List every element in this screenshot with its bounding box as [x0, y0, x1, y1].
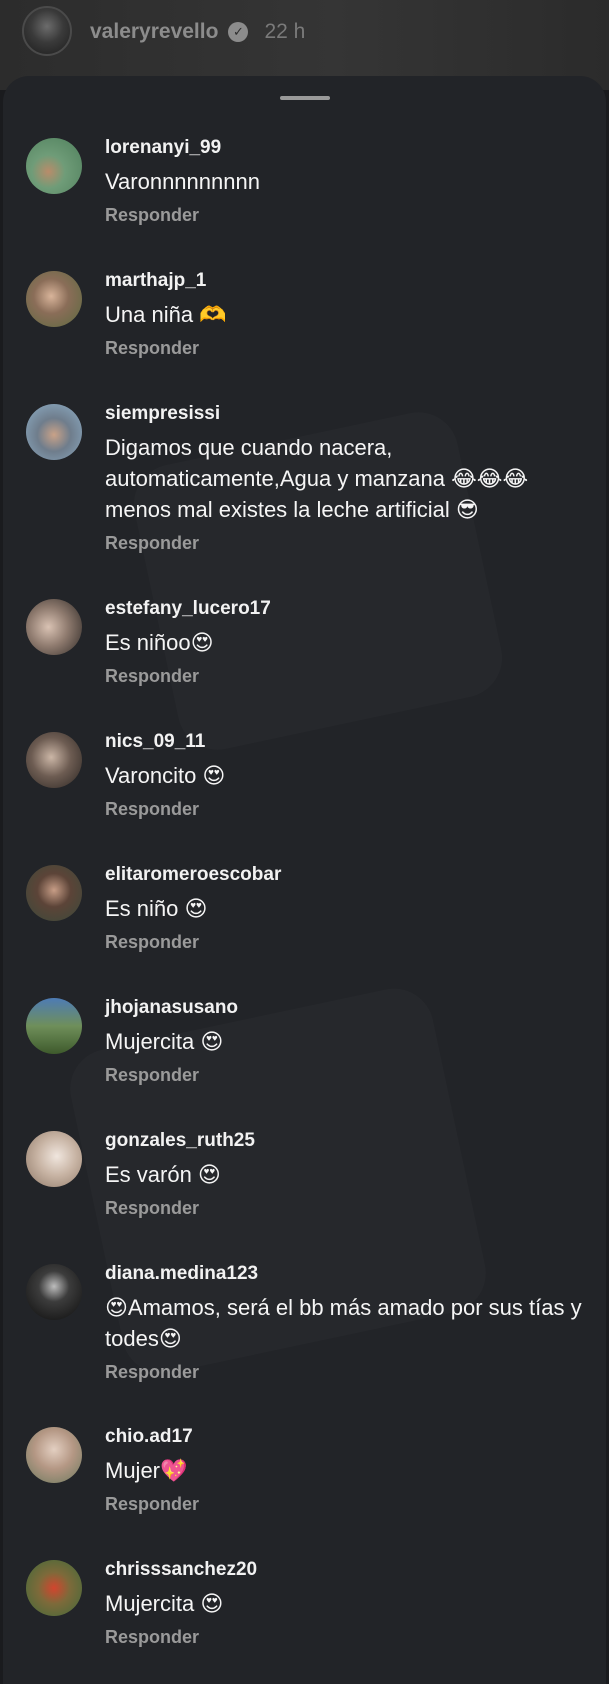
verified-badge-icon: ✓ [228, 22, 249, 42]
commenter-avatar[interactable] [26, 1264, 82, 1320]
reply-button[interactable]: Responder [105, 1360, 595, 1384]
sheet-drag-handle[interactable] [280, 96, 330, 100]
comment-username[interactable]: jhojanasusano [105, 996, 595, 1020]
comment-text: Varonnnnnnnnn [105, 169, 260, 194]
comments-sheet: lorenanyi_99 Varonnnnnnnnn Responder mar… [3, 76, 606, 1684]
commenter-avatar[interactable] [26, 138, 82, 194]
commenter-avatar[interactable] [26, 1427, 82, 1483]
reply-button[interactable]: Responder [105, 531, 595, 555]
commenter-avatar[interactable] [26, 271, 82, 327]
comment-text: Varoncito 😍 [105, 763, 226, 788]
comment-username[interactable]: gonzales_ruth25 [105, 1129, 595, 1153]
comment-text: Es niñoo😍 [105, 630, 214, 655]
comment-text: Una niña 🫶 [105, 302, 227, 327]
commenter-avatar[interactable] [26, 1131, 82, 1187]
commenter-avatar[interactable] [26, 599, 82, 655]
reply-button[interactable]: Responder [105, 336, 595, 360]
commenter-avatar[interactable] [26, 404, 82, 460]
reply-button[interactable]: Responder [105, 1196, 595, 1220]
reply-button[interactable]: Responder [105, 930, 595, 954]
comment-text: 😍Amamos, será el bb más amado por sus tí… [105, 1295, 582, 1351]
reply-button[interactable]: Responder [105, 1625, 595, 1649]
story-author-avatar[interactable] [22, 6, 72, 56]
comment-username[interactable]: chio.ad17 [105, 1425, 595, 1449]
story-author[interactable]: valeryrevello ✓ 22 h [90, 20, 305, 44]
reply-button[interactable]: Responder [105, 1063, 595, 1087]
reply-button[interactable]: Responder [105, 664, 595, 688]
comment-username[interactable]: marthajp_1 [105, 269, 595, 293]
comment-text: Es niño 😍 [105, 896, 208, 921]
commenter-avatar[interactable] [26, 998, 82, 1054]
commenter-avatar[interactable] [26, 1560, 82, 1616]
story-timestamp: 22 h [264, 20, 306, 43]
comment-text: Digamos que cuando nacera, automaticamen… [105, 435, 529, 522]
reply-button[interactable]: Responder [105, 797, 595, 821]
comment-username[interactable]: elitaromeroescobar [105, 863, 595, 887]
comment-text: Mujercita 😍 [105, 1029, 224, 1054]
comment-username[interactable]: estefany_lucero17 [105, 597, 595, 621]
story-author-username[interactable]: valeryrevello [90, 20, 218, 44]
comment-text: Mujer💖 [105, 1458, 188, 1483]
commenter-avatar[interactable] [26, 732, 82, 788]
comment-username[interactable]: chrisssanchez20 [105, 1558, 595, 1582]
comment-text: Es varón 😍 [105, 1162, 221, 1187]
comment-username[interactable]: siempresissi [105, 402, 595, 426]
reply-button[interactable]: Responder [105, 1492, 595, 1516]
comment-username[interactable]: diana.medina123 [105, 1262, 595, 1286]
comment-username[interactable]: lorenanyi_99 [105, 136, 595, 160]
comment-username[interactable]: nics_09_11 [105, 730, 595, 754]
reply-button[interactable]: Responder [105, 203, 595, 227]
commenter-avatar[interactable] [26, 865, 82, 921]
comment-text: Mujercita 😍 [105, 1591, 224, 1616]
